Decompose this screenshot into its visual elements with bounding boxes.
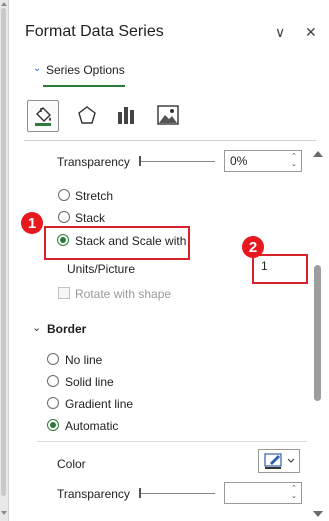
right-scroll-thumb[interactable] [314, 265, 321, 401]
spinner-arrows-icon[interactable]: ⌃ ⌄ [291, 485, 297, 501]
effects-button[interactable] [72, 100, 102, 130]
stack-and-scale-label[interactable]: Stack and Scale with [75, 234, 186, 248]
units-picture-value[interactable]: 1 [261, 259, 268, 273]
series-options-button[interactable] [111, 100, 141, 130]
series-options-icon [118, 107, 134, 124]
callout-badge-1: 1 [21, 212, 43, 234]
stack-radio[interactable] [58, 211, 70, 223]
left-scroll-thumb[interactable] [1, 8, 6, 496]
picture-button[interactable] [153, 100, 183, 130]
slider-handle[interactable] [139, 156, 141, 166]
task-pane-options-button[interactable]: ∨ [275, 24, 285, 41]
section-divider [24, 140, 316, 141]
stretch-label[interactable]: Stretch [75, 189, 113, 203]
pane-title: Format Data Series [25, 23, 164, 40]
gradient-line-label[interactable]: Gradient line [65, 397, 133, 411]
picture-icon [157, 105, 179, 125]
solid-line-radio[interactable] [47, 375, 59, 387]
stack-label[interactable]: Stack [75, 211, 105, 225]
transparency-slider[interactable] [139, 161, 215, 162]
chevron-down-icon: ∨ [275, 24, 286, 40]
color-label: Color [57, 457, 86, 471]
border-transparency-label: Transparency [57, 487, 130, 501]
border-transparency-spinner[interactable]: ⌃ ⌄ [224, 482, 302, 504]
spinner-arrows-icon[interactable]: ⌃ ⌄ [291, 153, 297, 169]
section-divider [37, 441, 307, 442]
chevron-down-icon: ⌄ [33, 63, 42, 74]
gradient-line-radio[interactable] [47, 397, 59, 409]
stack-and-scale-radio[interactable] [57, 234, 69, 246]
transparency-spinner[interactable]: 0% ⌃ ⌄ [224, 150, 302, 172]
no-line-label[interactable]: No line [65, 353, 102, 367]
transparency-value[interactable]: 0% [230, 154, 247, 168]
rotate-with-shape-label[interactable]: Rotate with shape [75, 287, 171, 301]
chevron-down-icon[interactable]: ⌄ [32, 321, 41, 334]
right-scrollbar[interactable] [310, 147, 325, 521]
stretch-radio[interactable] [58, 189, 70, 201]
scroll-down-icon[interactable] [313, 511, 323, 517]
slider-handle[interactable] [139, 488, 141, 498]
transparency-label: Transparency [57, 155, 130, 169]
border-transparency-slider[interactable] [139, 493, 215, 494]
tab-label: Series Options [46, 63, 125, 77]
border-section-title[interactable]: Border [47, 322, 86, 336]
no-line-radio[interactable] [47, 353, 59, 365]
fill-line-icon [35, 107, 51, 126]
fill-line-button[interactable] [27, 100, 59, 132]
units-picture-label: Units/Picture [67, 262, 136, 276]
color-picker-button[interactable] [258, 449, 300, 473]
close-icon: ✕ [305, 24, 317, 40]
callout-badge-2: 2 [242, 236, 264, 258]
tab-underline [43, 85, 125, 87]
units-picture-input[interactable]: 1 [256, 258, 300, 276]
pen-color-icon [264, 453, 295, 469]
scroll-up-icon[interactable] [1, 2, 7, 6]
scroll-up-icon[interactable] [313, 151, 323, 157]
effects-icon [78, 106, 96, 124]
solid-line-label[interactable]: Solid line [65, 375, 114, 389]
automatic-radio[interactable] [47, 419, 59, 431]
left-scrollbar[interactable] [0, 0, 9, 521]
close-button[interactable]: ✕ [305, 24, 317, 41]
rotate-with-shape-checkbox[interactable] [58, 287, 70, 299]
automatic-label[interactable]: Automatic [65, 419, 118, 433]
scroll-down-icon[interactable] [1, 511, 7, 515]
